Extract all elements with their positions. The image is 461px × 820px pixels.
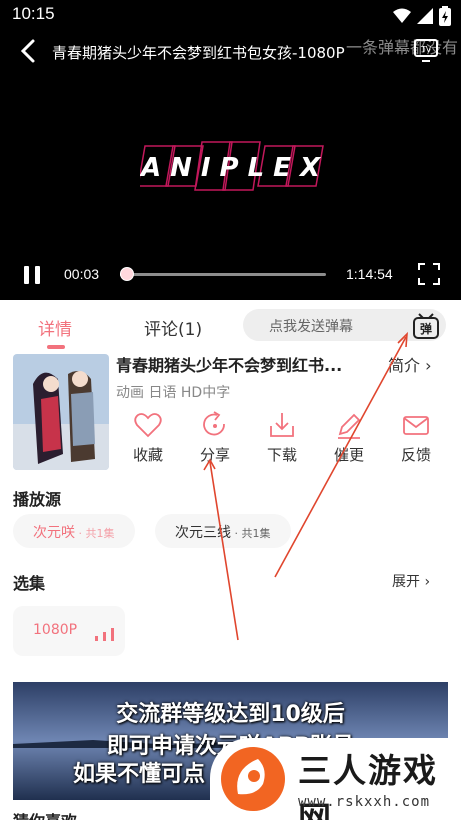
player-controls: 00:03 1:14:54 [0, 256, 461, 292]
danmu-send-icon[interactable]: 弹 [411, 311, 441, 341]
anime-meta: 动画 日语 HD中字 [116, 385, 231, 401]
svg-text:弹: 弹 [420, 321, 432, 336]
watermark-url: www.rskxxh.com [298, 794, 431, 810]
tab-comments[interactable]: 评论(1) [144, 315, 202, 340]
cover-image[interactable] [13, 354, 109, 470]
player-title-bar: 青春期猪头少年不会梦到红书包女孩-1080P 一条弹幕都没有 TV [0, 32, 461, 72]
source-name: 次元咲 [33, 525, 75, 541]
status-bar: 10:15 [0, 0, 461, 30]
source-count: · 共1集 [75, 527, 115, 540]
feedback-button[interactable]: 反馈 [396, 410, 436, 465]
episode-item[interactable]: 1080P [13, 606, 125, 656]
watermark: 三人游戏网 www.rskxxh.com [210, 738, 461, 820]
progress-bar[interactable] [120, 267, 326, 281]
back-icon[interactable] [14, 36, 44, 66]
intro-link[interactable]: 简介 › [388, 352, 432, 376]
urge-update-label: 催更 [333, 446, 364, 464]
video-player[interactable]: 10:15 青春期猪头少年不会梦到红书包女孩-1080P 一条弹幕都没有 TV … [0, 0, 461, 300]
share-icon [203, 411, 225, 436]
danmu-input[interactable]: 点我发送弹幕 弹 [243, 309, 446, 341]
chevron-right-icon: › [425, 356, 432, 375]
intro-label: 简介 [388, 356, 421, 375]
share-button[interactable]: 分享 [195, 410, 235, 465]
episodes-title: 选集 [13, 574, 46, 593]
cast-icon[interactable]: TV [412, 36, 440, 64]
guess-you-like-title: 猜你喜欢 [13, 808, 77, 820]
chevron-right-icon: › [424, 574, 431, 590]
urge-update-icon [338, 413, 361, 439]
tab-details[interactable]: 详情 [38, 315, 72, 340]
total-time: 1:14:54 [346, 266, 393, 282]
anime-title: 青春期猪头少年不会梦到红书... [116, 356, 343, 375]
anime-info: 青春期猪头少年不会梦到红书... 简介 › 动画 日语 HD中字 收藏 分享 下… [0, 352, 461, 472]
current-time: 00:03 [64, 266, 100, 282]
source-name: 次元三线 [175, 525, 231, 541]
clock: 10:15 [12, 4, 55, 23]
share-label: 分享 [199, 446, 230, 464]
download-label: 下载 [266, 446, 297, 464]
tab-indicator [47, 345, 65, 349]
favorite-label: 收藏 [132, 446, 163, 464]
danmu-overlay-text: 一条弹幕都没有 [346, 38, 459, 57]
favorite-button[interactable]: 收藏 [128, 410, 168, 465]
source-chip-active[interactable]: 次元咲 · 共1集 [13, 514, 135, 548]
wifi-icon [393, 8, 411, 23]
pause-icon[interactable] [22, 264, 42, 286]
banner-line-1: 交流群等级达到10级后 [116, 702, 345, 727]
source-chip[interactable]: 次元三线 · 共1集 [155, 514, 291, 548]
danmu-input-placeholder: 点我发送弹幕 [269, 319, 353, 335]
feedback-label: 反馈 [400, 446, 431, 464]
episode-label: 1080P [33, 622, 78, 638]
signal-icon [417, 8, 433, 24]
svg-text:TV: TV [420, 45, 432, 54]
watermark-logo-icon [221, 747, 285, 811]
aniplex-logo: ANIPLEX [140, 141, 329, 191]
sources-title: 播放源 [13, 490, 62, 509]
logo-text: ANIPLEX [140, 153, 329, 183]
battery-icon [439, 6, 451, 26]
app-screen: 10:15 青春期猪头少年不会梦到红书包女孩-1080P 一条弹幕都没有 TV … [0, 0, 461, 820]
progress-thumb[interactable] [120, 267, 135, 281]
tab-bar: 详情 评论(1) 点我发送弹幕 弹 [0, 300, 461, 352]
playing-bars-icon [95, 628, 114, 641]
status-icons [393, 6, 451, 26]
video-title: 青春期猪头少年不会梦到红书包女孩-1080P [52, 44, 345, 62]
fullscreen-icon[interactable] [418, 263, 440, 285]
urge-update-button[interactable]: 催更 [329, 410, 369, 465]
expand-link[interactable]: 展开 › [392, 571, 430, 591]
expand-label: 展开 [392, 574, 420, 590]
download-button[interactable]: 下载 [262, 410, 302, 465]
download-icon [270, 413, 294, 437]
source-count: · 共1集 [231, 527, 271, 540]
feedback-icon [403, 416, 429, 435]
heart-icon [134, 413, 162, 438]
